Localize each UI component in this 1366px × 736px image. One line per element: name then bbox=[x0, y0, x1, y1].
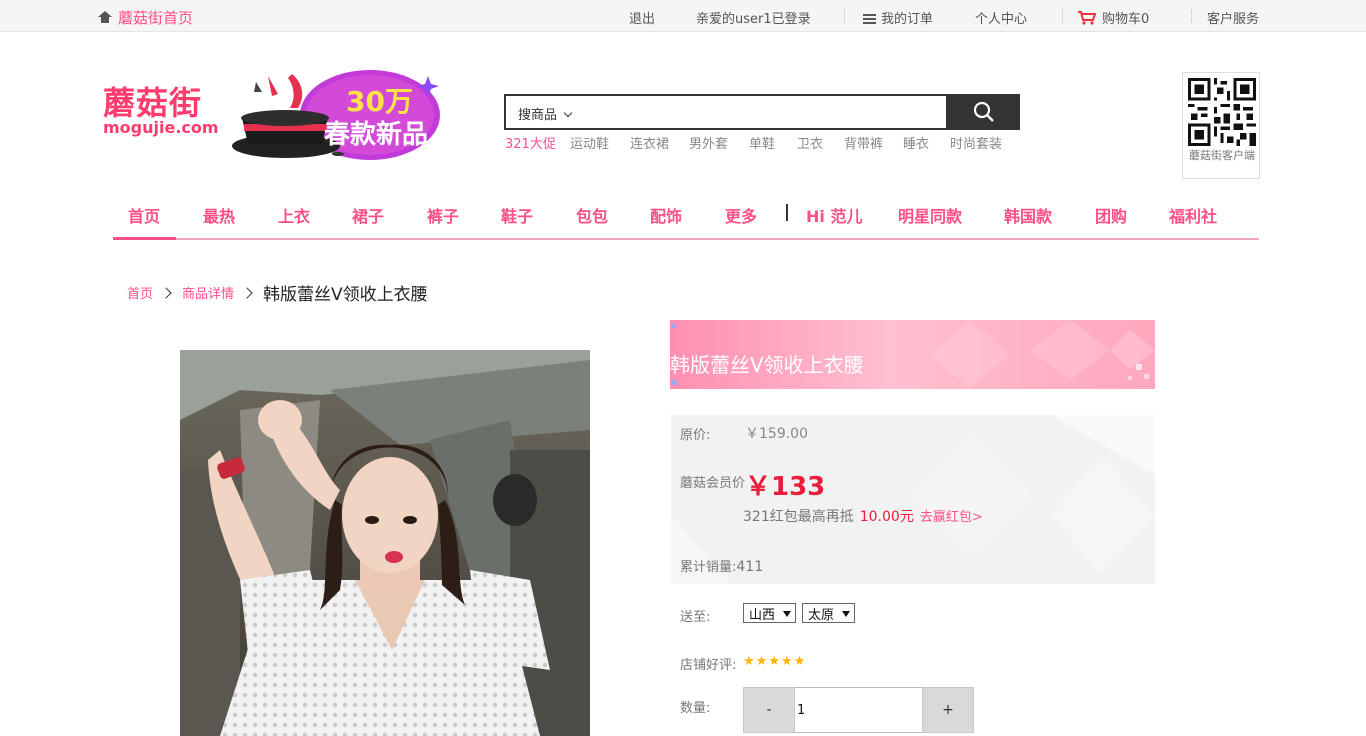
redpack-amount: 10.00元 bbox=[859, 509, 914, 525]
site-logo[interactable]: 蘑菇街 mogujie.com bbox=[103, 84, 219, 137]
promo-banner[interactable]: 30万 春款新品 bbox=[232, 68, 444, 164]
nav-item-skirts[interactable]: 裙子 bbox=[352, 203, 384, 227]
quantity-input[interactable] bbox=[795, 687, 922, 733]
home-icon bbox=[98, 11, 112, 24]
quantity-label: 数量: bbox=[680, 701, 711, 716]
nav-item-tops[interactable]: 上衣 bbox=[278, 203, 310, 227]
promo-line2: 春款新品 bbox=[324, 120, 429, 150]
home-label: 蘑菇街首页 bbox=[118, 9, 194, 27]
chevron-right-icon bbox=[241, 286, 253, 299]
app-qr-code: 蘑菇街客户端 bbox=[1182, 72, 1260, 179]
product-photo-illustration bbox=[180, 350, 590, 736]
hot-word-link[interactable]: 男外套 bbox=[689, 133, 728, 152]
hot-word-link[interactable]: 321大促 bbox=[505, 133, 556, 152]
caret-down-icon bbox=[783, 610, 792, 617]
search-scope-label: 搜商品 bbox=[518, 108, 558, 123]
hot-word-link[interactable]: 运动鞋 bbox=[570, 133, 609, 152]
top-bar: 蘑菇街首页 退出 亲爱的user1已登录 我的订单 个人中心 购物车0 客户服务 bbox=[0, 0, 1366, 32]
nav-item-accessories[interactable]: 配饰 bbox=[650, 203, 682, 227]
product-title: 韩版蕾丝V领收上衣腰 bbox=[670, 353, 864, 377]
province-value: 山西 bbox=[749, 608, 776, 623]
hot-word-link[interactable]: 卫衣 bbox=[797, 133, 823, 152]
search-scope-select[interactable]: 搜商品 bbox=[518, 104, 573, 123]
city-value: 太原 bbox=[808, 608, 835, 623]
hot-word-link[interactable]: 单鞋 bbox=[749, 133, 775, 152]
customer-service-link[interactable]: 客户服务 bbox=[1207, 8, 1259, 27]
chevron-down-icon bbox=[563, 108, 573, 118]
city-select[interactable]: 太原 bbox=[802, 603, 856, 623]
qr-code-icon bbox=[1188, 78, 1256, 146]
breadcrumb-home[interactable]: 首页 bbox=[127, 283, 153, 302]
quantity-increase-button[interactable]: + bbox=[922, 687, 974, 733]
breadcrumb-current: 韩版蕾丝V领收上衣腰 bbox=[263, 285, 428, 305]
cart-icon bbox=[1078, 11, 1096, 25]
redpack-text: 321红包最高再抵 bbox=[743, 509, 854, 525]
caret-down-icon bbox=[842, 610, 851, 617]
nav-item-pants[interactable]: 裤子 bbox=[427, 203, 459, 227]
quantity-decrease-button[interactable]: - bbox=[743, 687, 795, 733]
nav-item-group-buy[interactable]: 团购 bbox=[1095, 203, 1127, 227]
user-center-link[interactable]: 个人中心 bbox=[975, 8, 1027, 27]
nav-active-indicator bbox=[113, 237, 176, 240]
my-orders-label: 我的订单 bbox=[881, 12, 934, 27]
logo-english: mogujie.com bbox=[103, 118, 219, 137]
product-title-banner: 韩版蕾丝V领收上衣腰 bbox=[670, 320, 1155, 389]
nav-item-home[interactable]: 首页 bbox=[128, 203, 160, 227]
nav-item-korean[interactable]: 韩国款 bbox=[1004, 203, 1052, 227]
original-price: ￥159.00 bbox=[745, 426, 808, 442]
sales-info: 累计销量:411 bbox=[680, 556, 763, 575]
search-button[interactable] bbox=[947, 94, 1020, 130]
nav-item-shoes[interactable]: 鞋子 bbox=[501, 203, 533, 227]
nav-item-bags[interactable]: 包包 bbox=[576, 203, 608, 227]
price-box: 原价: ￥159.00 蘑菇会员价 ￥133 321红包最高再抵 10.00元 去赢… bbox=[671, 415, 1155, 584]
cart-link[interactable]: 购物车0 bbox=[1078, 8, 1149, 27]
nav-item-hottest[interactable]: 最热 bbox=[203, 203, 235, 227]
topbar-divider bbox=[1062, 9, 1063, 23]
hot-word-link[interactable]: 睡衣 bbox=[903, 133, 929, 152]
nav-item-welfare[interactable]: 福利社 bbox=[1169, 203, 1217, 227]
login-greeting: 亲爱的user1已登录 bbox=[696, 12, 811, 27]
nav-item-more[interactable]: 更多 bbox=[725, 203, 757, 227]
hot-word-link[interactable]: 背带裤 bbox=[844, 133, 883, 152]
original-price-label: 原价: bbox=[680, 428, 711, 443]
vip-price: ￥133 bbox=[745, 472, 826, 502]
star-icon: ★ bbox=[768, 654, 780, 669]
shop-rating-label: 店铺好评: bbox=[680, 658, 737, 673]
topbar-divider bbox=[1191, 9, 1192, 23]
logo-chinese: 蘑菇街 bbox=[103, 84, 203, 122]
sales-value: 411 bbox=[736, 559, 764, 575]
search-icon bbox=[973, 101, 994, 122]
home-link[interactable]: 蘑菇街首页 bbox=[98, 7, 193, 28]
main-nav: 首页 最热 上衣 裙子 裤子 鞋子 包包 配饰 更多 Hi 范儿 明星同款 韩国… bbox=[113, 196, 1259, 240]
star-icon: ★ bbox=[755, 654, 768, 669]
redpack-link[interactable]: 去赢红包> bbox=[920, 510, 983, 525]
redpack-info: 321红包最高再抵 10.00元 去赢红包> bbox=[743, 506, 983, 526]
rating-stars: ★ ★ ★ ★ ★ bbox=[743, 655, 805, 668]
search-input[interactable]: 搜商品 bbox=[504, 94, 948, 130]
hot-word-link[interactable]: 连衣裙 bbox=[630, 133, 669, 152]
hot-word-link[interactable]: 时尚套装 bbox=[950, 133, 1002, 152]
sales-label: 累计销量: bbox=[680, 560, 737, 575]
nav-divider bbox=[786, 204, 788, 221]
qr-label: 蘑菇街客户端 bbox=[1189, 149, 1255, 162]
list-icon bbox=[863, 14, 876, 24]
breadcrumb: 首页 商品详情 韩版蕾丝V领收上衣腰 bbox=[127, 280, 428, 305]
my-orders-link[interactable]: 我的订单 bbox=[863, 8, 933, 27]
province-select[interactable]: 山西 bbox=[743, 603, 797, 623]
star-icon: ★ bbox=[743, 654, 755, 669]
breadcrumb-detail[interactable]: 商品详情 bbox=[182, 283, 234, 302]
star-icon: ★ bbox=[793, 654, 806, 669]
nav-item-celebrity[interactable]: 明星同款 bbox=[898, 203, 962, 227]
nav-item-hi-style[interactable]: Hi 范儿 bbox=[806, 203, 862, 227]
star-icon: ★ bbox=[780, 654, 793, 669]
ship-to-label: 送至: bbox=[680, 610, 711, 625]
product-image[interactable] bbox=[180, 350, 590, 736]
chevron-right-icon bbox=[160, 286, 172, 299]
logout-link[interactable]: 退出 bbox=[629, 8, 655, 27]
topbar-divider bbox=[844, 9, 845, 23]
vip-price-label: 蘑菇会员价 bbox=[680, 476, 746, 491]
cart-label: 购物车0 bbox=[1102, 12, 1150, 27]
